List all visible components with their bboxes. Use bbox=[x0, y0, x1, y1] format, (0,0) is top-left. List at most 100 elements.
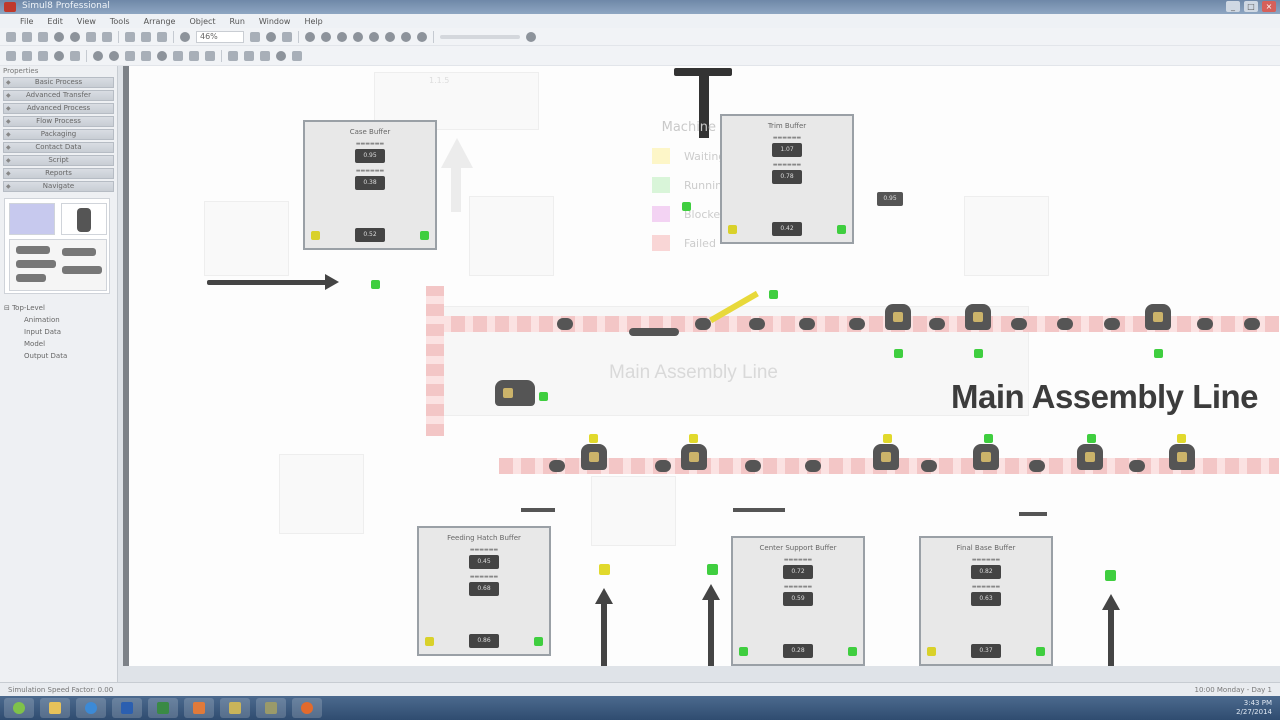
conveyor-node[interactable] bbox=[549, 460, 565, 472]
tree-item[interactable]: Animation bbox=[4, 314, 113, 326]
final-base-buffer[interactable]: Final Base Buffer ▬▬▬▬▬▬ 0.82 ▬▬▬▬▬▬ 0.6… bbox=[919, 536, 1053, 666]
library-item-flow-process[interactable]: ◆ Flow Process bbox=[3, 116, 114, 127]
expand-icon[interactable]: ⊟ bbox=[4, 304, 12, 312]
settings-icon[interactable] bbox=[526, 31, 536, 42]
library-item-advanced-transfer[interactable]: ◆ Advanced Transfer bbox=[3, 90, 114, 101]
menu-view[interactable]: View bbox=[77, 17, 96, 26]
tree-item[interactable]: Output Data bbox=[4, 350, 113, 362]
center-support-buffer[interactable]: Center Support Buffer ▬▬▬▬▬▬ 0.72 ▬▬▬▬▬▬… bbox=[731, 536, 865, 666]
conveyor-node[interactable] bbox=[749, 318, 765, 330]
taskbar-tool[interactable] bbox=[256, 698, 286, 718]
open-file-icon[interactable] bbox=[22, 31, 32, 42]
assembly-machine[interactable] bbox=[491, 380, 535, 412]
conveyor-node[interactable] bbox=[849, 318, 865, 330]
globe-icon[interactable] bbox=[70, 31, 80, 42]
conveyor-node[interactable] bbox=[1029, 460, 1045, 472]
layout-icon[interactable] bbox=[157, 31, 167, 42]
assembly-machine[interactable] bbox=[1165, 444, 1199, 476]
conveyor-node[interactable] bbox=[921, 460, 937, 472]
conveyor-node[interactable] bbox=[1244, 318, 1260, 330]
trim-buffer[interactable]: Trim Buffer ▬▬▬▬▬▬ 1.07 ▬▬▬▬▬▬ 0.78 0.42 bbox=[720, 114, 854, 244]
conveyor-node[interactable] bbox=[745, 460, 761, 472]
new-file-icon[interactable] bbox=[6, 31, 16, 42]
library-item-basic-process[interactable]: ◆ Basic Process bbox=[3, 77, 114, 88]
maximize-button[interactable]: □ bbox=[1244, 1, 1258, 12]
send-back-icon[interactable] bbox=[205, 50, 215, 61]
menu-object[interactable]: Object bbox=[189, 17, 215, 26]
tree-item[interactable]: Model bbox=[4, 338, 113, 350]
taskbar-word[interactable] bbox=[112, 698, 142, 718]
rotate-icon[interactable] bbox=[157, 50, 167, 61]
library-item-reports[interactable]: ◆ Reports bbox=[3, 168, 114, 179]
shape-circle-icon[interactable] bbox=[337, 31, 347, 42]
conveyor-node[interactable] bbox=[929, 318, 945, 330]
copy-icon[interactable] bbox=[102, 31, 112, 42]
thumbnail-blue-module[interactable] bbox=[9, 203, 55, 235]
library-item-script[interactable]: ◆ Script bbox=[3, 155, 114, 166]
library-item-advanced-process[interactable]: ◆ Advanced Process bbox=[3, 103, 114, 114]
taskbar-powerpoint[interactable] bbox=[184, 698, 214, 718]
shape-circle-icon[interactable] bbox=[353, 31, 363, 42]
redo-icon[interactable] bbox=[141, 31, 151, 42]
shape-circle-icon[interactable] bbox=[417, 31, 427, 42]
model-canvas[interactable]: Machine States Waiting / Starved Running… bbox=[123, 66, 1280, 666]
assembly-machine[interactable] bbox=[1141, 304, 1175, 336]
undo-icon[interactable] bbox=[125, 31, 135, 42]
align-icon[interactable] bbox=[125, 50, 135, 61]
conveyor-node[interactable] bbox=[1197, 318, 1213, 330]
taskbar-explorer[interactable] bbox=[40, 698, 70, 718]
menu-edit[interactable]: Edit bbox=[47, 17, 63, 26]
tree-root[interactable]: ⊟ Top-Level bbox=[4, 302, 113, 314]
menu-help[interactable]: Help bbox=[304, 17, 322, 26]
shape-circle-icon[interactable] bbox=[305, 31, 315, 42]
flip-icon[interactable] bbox=[173, 50, 183, 61]
assembly-machine[interactable] bbox=[577, 444, 611, 476]
system-clock[interactable]: 3:43 PM 2/27/2014 bbox=[1236, 699, 1272, 717]
conveyor-node[interactable] bbox=[799, 318, 815, 330]
menu-arrange[interactable]: Arrange bbox=[144, 17, 176, 26]
shape-circle-icon[interactable] bbox=[369, 31, 379, 42]
library-item-navigate[interactable]: ◆ Navigate bbox=[3, 181, 114, 192]
distribute-icon[interactable] bbox=[141, 50, 151, 61]
thumbnail-dark-module[interactable] bbox=[61, 203, 107, 235]
taskbar-simulation[interactable] bbox=[220, 698, 250, 718]
shape-circle-icon[interactable] bbox=[321, 31, 331, 42]
line-color-icon[interactable] bbox=[70, 50, 80, 61]
taskbar-browser[interactable] bbox=[76, 698, 106, 718]
group-icon[interactable] bbox=[109, 50, 119, 61]
conveyor-node[interactable] bbox=[805, 460, 821, 472]
pointer-icon[interactable] bbox=[250, 31, 260, 42]
bring-front-icon[interactable] bbox=[189, 50, 199, 61]
conveyor-node[interactable] bbox=[1104, 318, 1120, 330]
conveyor-node[interactable] bbox=[1129, 460, 1145, 472]
assembly-machine[interactable] bbox=[969, 444, 1003, 476]
assembly-machine[interactable] bbox=[869, 444, 903, 476]
save-icon[interactable] bbox=[38, 31, 48, 42]
conveyor-node[interactable] bbox=[1011, 318, 1027, 330]
close-button[interactable]: × bbox=[1262, 1, 1276, 12]
speed-slider[interactable] bbox=[440, 34, 520, 39]
case-buffer[interactable]: Case Buffer ▬▬▬▬▬▬ 0.95 ▬▬▬▬▬▬ 0.38 0.52 bbox=[303, 120, 437, 250]
minimize-button[interactable]: _ bbox=[1226, 1, 1240, 12]
assembly-machine[interactable] bbox=[881, 304, 915, 336]
conveyor-node[interactable] bbox=[695, 318, 711, 330]
arrange-icon[interactable] bbox=[93, 50, 103, 61]
snap-icon[interactable] bbox=[276, 50, 286, 61]
route-icon[interactable] bbox=[244, 50, 254, 61]
taskbar-excel[interactable] bbox=[148, 698, 178, 718]
menu-window[interactable]: Window bbox=[259, 17, 291, 26]
feeding-hatch-buffer[interactable]: Feeding Hatch Buffer ▬▬▬▬▬▬ 0.45 ▬▬▬▬▬▬ … bbox=[417, 526, 551, 656]
assembly-machine[interactable] bbox=[1073, 444, 1107, 476]
assembly-machine[interactable] bbox=[961, 304, 995, 336]
fill-color-icon[interactable] bbox=[54, 50, 64, 61]
draw-rect-icon[interactable] bbox=[22, 50, 32, 61]
tree-item[interactable]: Input Data bbox=[4, 326, 113, 338]
shape-circle-icon[interactable] bbox=[401, 31, 411, 42]
print-icon[interactable] bbox=[86, 31, 96, 42]
grid-icon[interactable] bbox=[292, 50, 302, 61]
conveyor-node[interactable] bbox=[629, 328, 679, 336]
step-icon[interactable] bbox=[282, 31, 292, 42]
taskbar-firefox[interactable] bbox=[292, 698, 322, 718]
library-item-contact-data[interactable]: ◆ Contact Data bbox=[3, 142, 114, 153]
draw-text-icon[interactable] bbox=[38, 50, 48, 61]
